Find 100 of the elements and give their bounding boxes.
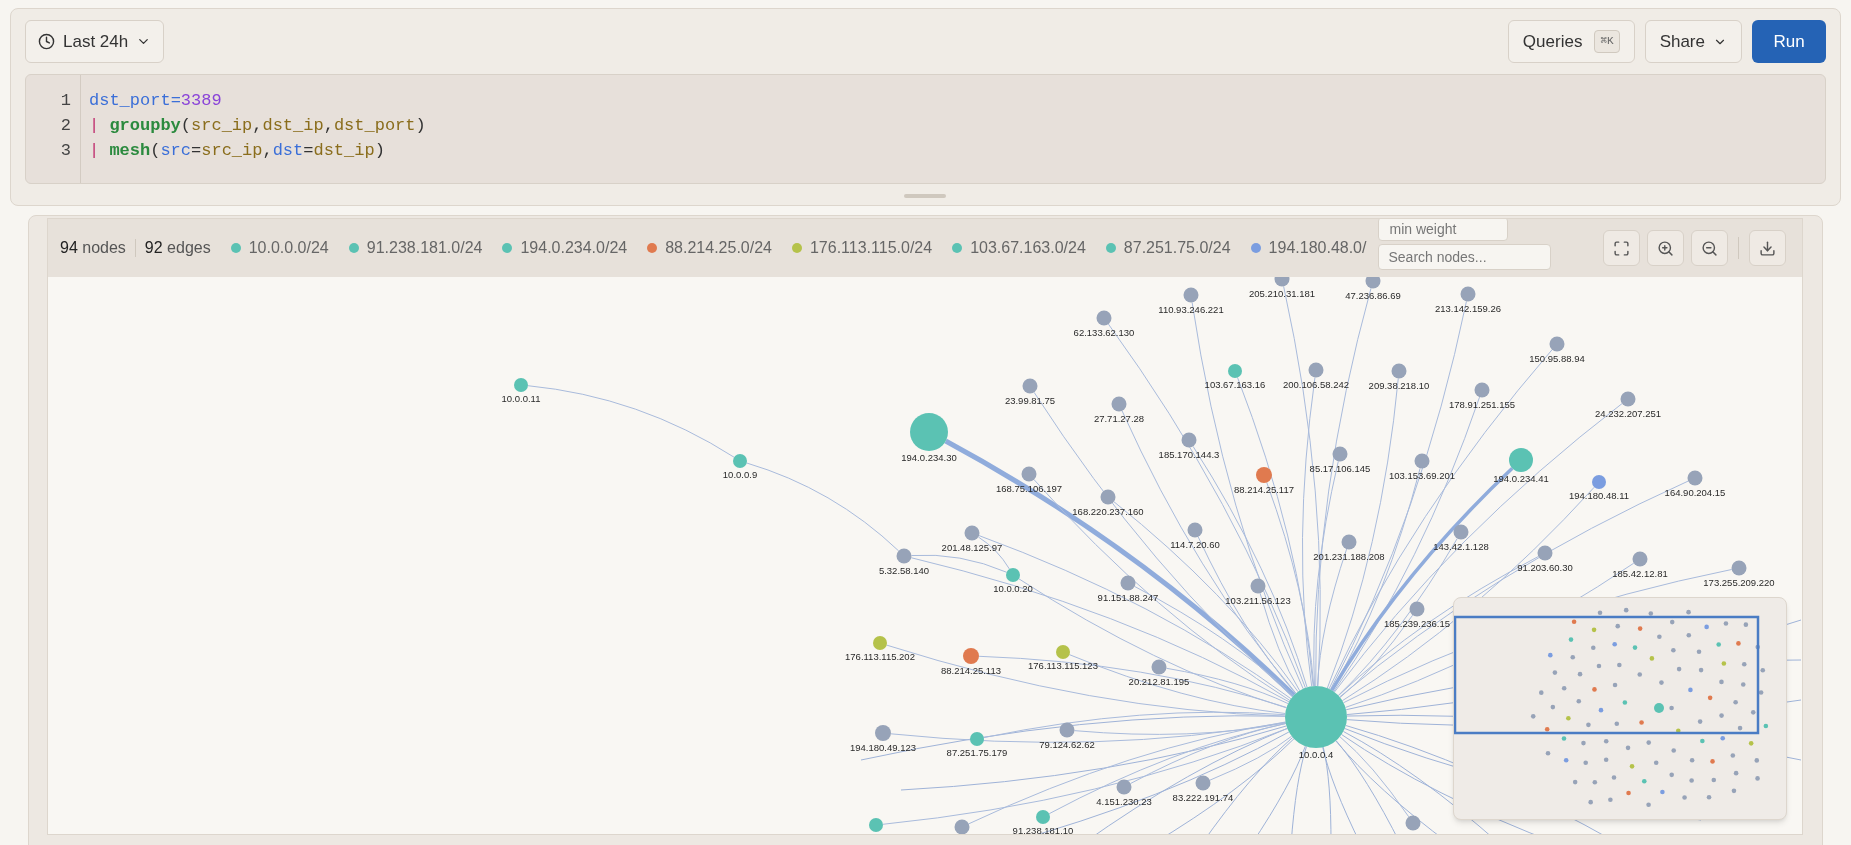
node-label: 194.180.48.11 bbox=[1568, 490, 1630, 501]
code-line: dst_port=3389 bbox=[89, 90, 222, 112]
graph-node[interactable] bbox=[963, 648, 979, 664]
legend-label: 103.67.163.0/24 bbox=[970, 238, 1086, 258]
node-label: 201.231.188.208 bbox=[1313, 550, 1385, 562]
graph-node[interactable] bbox=[1620, 391, 1636, 407]
graph-node[interactable] bbox=[1592, 475, 1606, 489]
node-label: 213.142.159.26 bbox=[1435, 302, 1501, 314]
node-label: 176.113.115.202 bbox=[845, 651, 915, 662]
node-label: 103.67.163.16 bbox=[1204, 379, 1266, 390]
graph-node[interactable] bbox=[1228, 364, 1242, 378]
node-label: 47.236.86.69 bbox=[1345, 289, 1401, 301]
graph-node[interactable] bbox=[970, 732, 984, 746]
min-weight-field[interactable]: min weight bbox=[1378, 219, 1509, 241]
zoom-in-icon bbox=[1657, 239, 1674, 257]
graph-node[interactable] bbox=[1256, 467, 1272, 483]
node-label: 201.48.125.97 bbox=[941, 541, 1003, 553]
graph-node[interactable] bbox=[1731, 560, 1747, 576]
download-icon bbox=[1759, 239, 1776, 257]
graph-node[interactable] bbox=[1474, 382, 1490, 398]
graph-node[interactable] bbox=[1460, 286, 1476, 302]
graph-node[interactable] bbox=[910, 413, 948, 451]
graph-node[interactable] bbox=[1414, 453, 1430, 469]
legend-label: 194.0.234.0/24 bbox=[520, 238, 628, 258]
time-range-button[interactable]: Last 24h bbox=[25, 20, 165, 63]
node-label: 205.210.31.181 bbox=[1249, 287, 1315, 299]
graph-node[interactable] bbox=[733, 454, 747, 468]
clock-icon bbox=[38, 33, 55, 50]
node-label: 79.124.62.62 bbox=[1039, 738, 1095, 750]
graph-node[interactable] bbox=[1111, 396, 1127, 412]
graph-node[interactable] bbox=[1151, 659, 1167, 675]
share-button[interactable]: Share bbox=[1644, 20, 1742, 63]
resize-handle[interactable] bbox=[904, 194, 946, 198]
graph-node[interactable] bbox=[1285, 686, 1347, 748]
graph-node[interactable] bbox=[964, 525, 980, 541]
graph-node[interactable] bbox=[869, 818, 883, 832]
graph-node[interactable] bbox=[1332, 446, 1348, 462]
node-label: 209.38.218.10 bbox=[1368, 379, 1430, 391]
run-button[interactable]: Run bbox=[1752, 20, 1826, 63]
node-label: 176.113.115.123 bbox=[1028, 660, 1098, 671]
graph-node[interactable] bbox=[875, 725, 891, 741]
graph-node[interactable] bbox=[873, 636, 887, 650]
graph-node[interactable] bbox=[1341, 534, 1357, 550]
graph-node[interactable] bbox=[896, 548, 912, 564]
fullscreen-button[interactable] bbox=[1603, 230, 1640, 266]
graph-node[interactable] bbox=[1120, 575, 1136, 591]
graph-node[interactable] bbox=[1391, 363, 1407, 379]
graph-node[interactable] bbox=[514, 378, 528, 392]
download-button[interactable] bbox=[1749, 230, 1786, 266]
zoom-in-button[interactable] bbox=[1647, 230, 1684, 266]
node-label: 62.133.62.130 bbox=[1073, 326, 1135, 338]
line-number: 1 bbox=[60, 90, 71, 112]
graph-node[interactable] bbox=[1509, 448, 1533, 472]
legend-label: 176.113.115.0/24 bbox=[809, 238, 933, 258]
node-label: 168.75.106.197 bbox=[996, 482, 1062, 494]
graph-node[interactable] bbox=[1453, 524, 1469, 540]
node-label: 24.232.207.251 bbox=[1595, 407, 1661, 419]
graph-node[interactable] bbox=[1059, 722, 1075, 738]
graph-node[interactable] bbox=[1365, 277, 1381, 289]
node-label: 4.151.230.23 bbox=[1096, 795, 1152, 807]
graph-node[interactable] bbox=[1195, 775, 1211, 791]
code-editor[interactable]: 1 2 3 dst_port=3389 | groupby(src_ip,dst_ip,dst_port) | mesh(src=src_ip,dst=dst_ip) bbox=[25, 74, 1826, 184]
graph-node[interactable] bbox=[1183, 287, 1199, 303]
graph-node[interactable] bbox=[1549, 336, 1565, 352]
graph-node[interactable] bbox=[1250, 578, 1266, 594]
node-label: 194.0.234.30 bbox=[901, 452, 957, 463]
graph-node[interactable] bbox=[1632, 551, 1648, 567]
graph-node[interactable] bbox=[1096, 310, 1112, 326]
node-label: 27.71.27.28 bbox=[1093, 412, 1145, 424]
node-label: 10.0.0.4 bbox=[1298, 749, 1334, 760]
graph-node[interactable] bbox=[1187, 522, 1203, 538]
graph-node[interactable] bbox=[1006, 568, 1020, 582]
legend-label: 10.0.0.0/24 bbox=[248, 238, 329, 258]
node-label: 10.0.0.11 bbox=[501, 393, 541, 404]
code-line: | mesh(src=src_ip,dst=dst_ip) bbox=[89, 140, 385, 162]
node-label: 10.0.0.20 bbox=[993, 583, 1033, 594]
minimap[interactable] bbox=[1453, 597, 1787, 820]
node-label: 185.170.144.3 bbox=[1158, 448, 1220, 460]
graph-node[interactable] bbox=[1100, 489, 1116, 505]
graph-node[interactable] bbox=[1405, 815, 1421, 831]
graph-node[interactable] bbox=[1022, 378, 1038, 394]
node-label: 20.212.81.195 bbox=[1128, 675, 1190, 687]
node-label: 103.153.69.201 bbox=[1389, 469, 1455, 481]
graph-node[interactable] bbox=[1537, 545, 1553, 561]
graph-node[interactable] bbox=[1181, 432, 1197, 448]
graph-node[interactable] bbox=[1021, 466, 1037, 482]
queries-button[interactable]: Queries ⌘K bbox=[1507, 20, 1635, 63]
graph-node[interactable] bbox=[1687, 470, 1703, 486]
node-label: 23.99.81.75 bbox=[1004, 394, 1056, 406]
code-line: | groupby(src_ip,dst_ip,dst_port) bbox=[89, 115, 426, 137]
graph-node[interactable] bbox=[1056, 645, 1070, 659]
graph-node[interactable] bbox=[1116, 779, 1132, 795]
graph-node[interactable] bbox=[954, 819, 970, 834]
search-field[interactable]: Search nodes... bbox=[1378, 243, 1552, 270]
zoom-out-button[interactable] bbox=[1691, 230, 1728, 266]
node-label: 168.220.237.160 bbox=[1072, 505, 1144, 517]
graph-node[interactable] bbox=[1308, 362, 1324, 378]
graph-node[interactable] bbox=[1036, 810, 1050, 824]
graph-node[interactable] bbox=[1409, 601, 1425, 617]
graph-node[interactable] bbox=[1274, 277, 1290, 287]
